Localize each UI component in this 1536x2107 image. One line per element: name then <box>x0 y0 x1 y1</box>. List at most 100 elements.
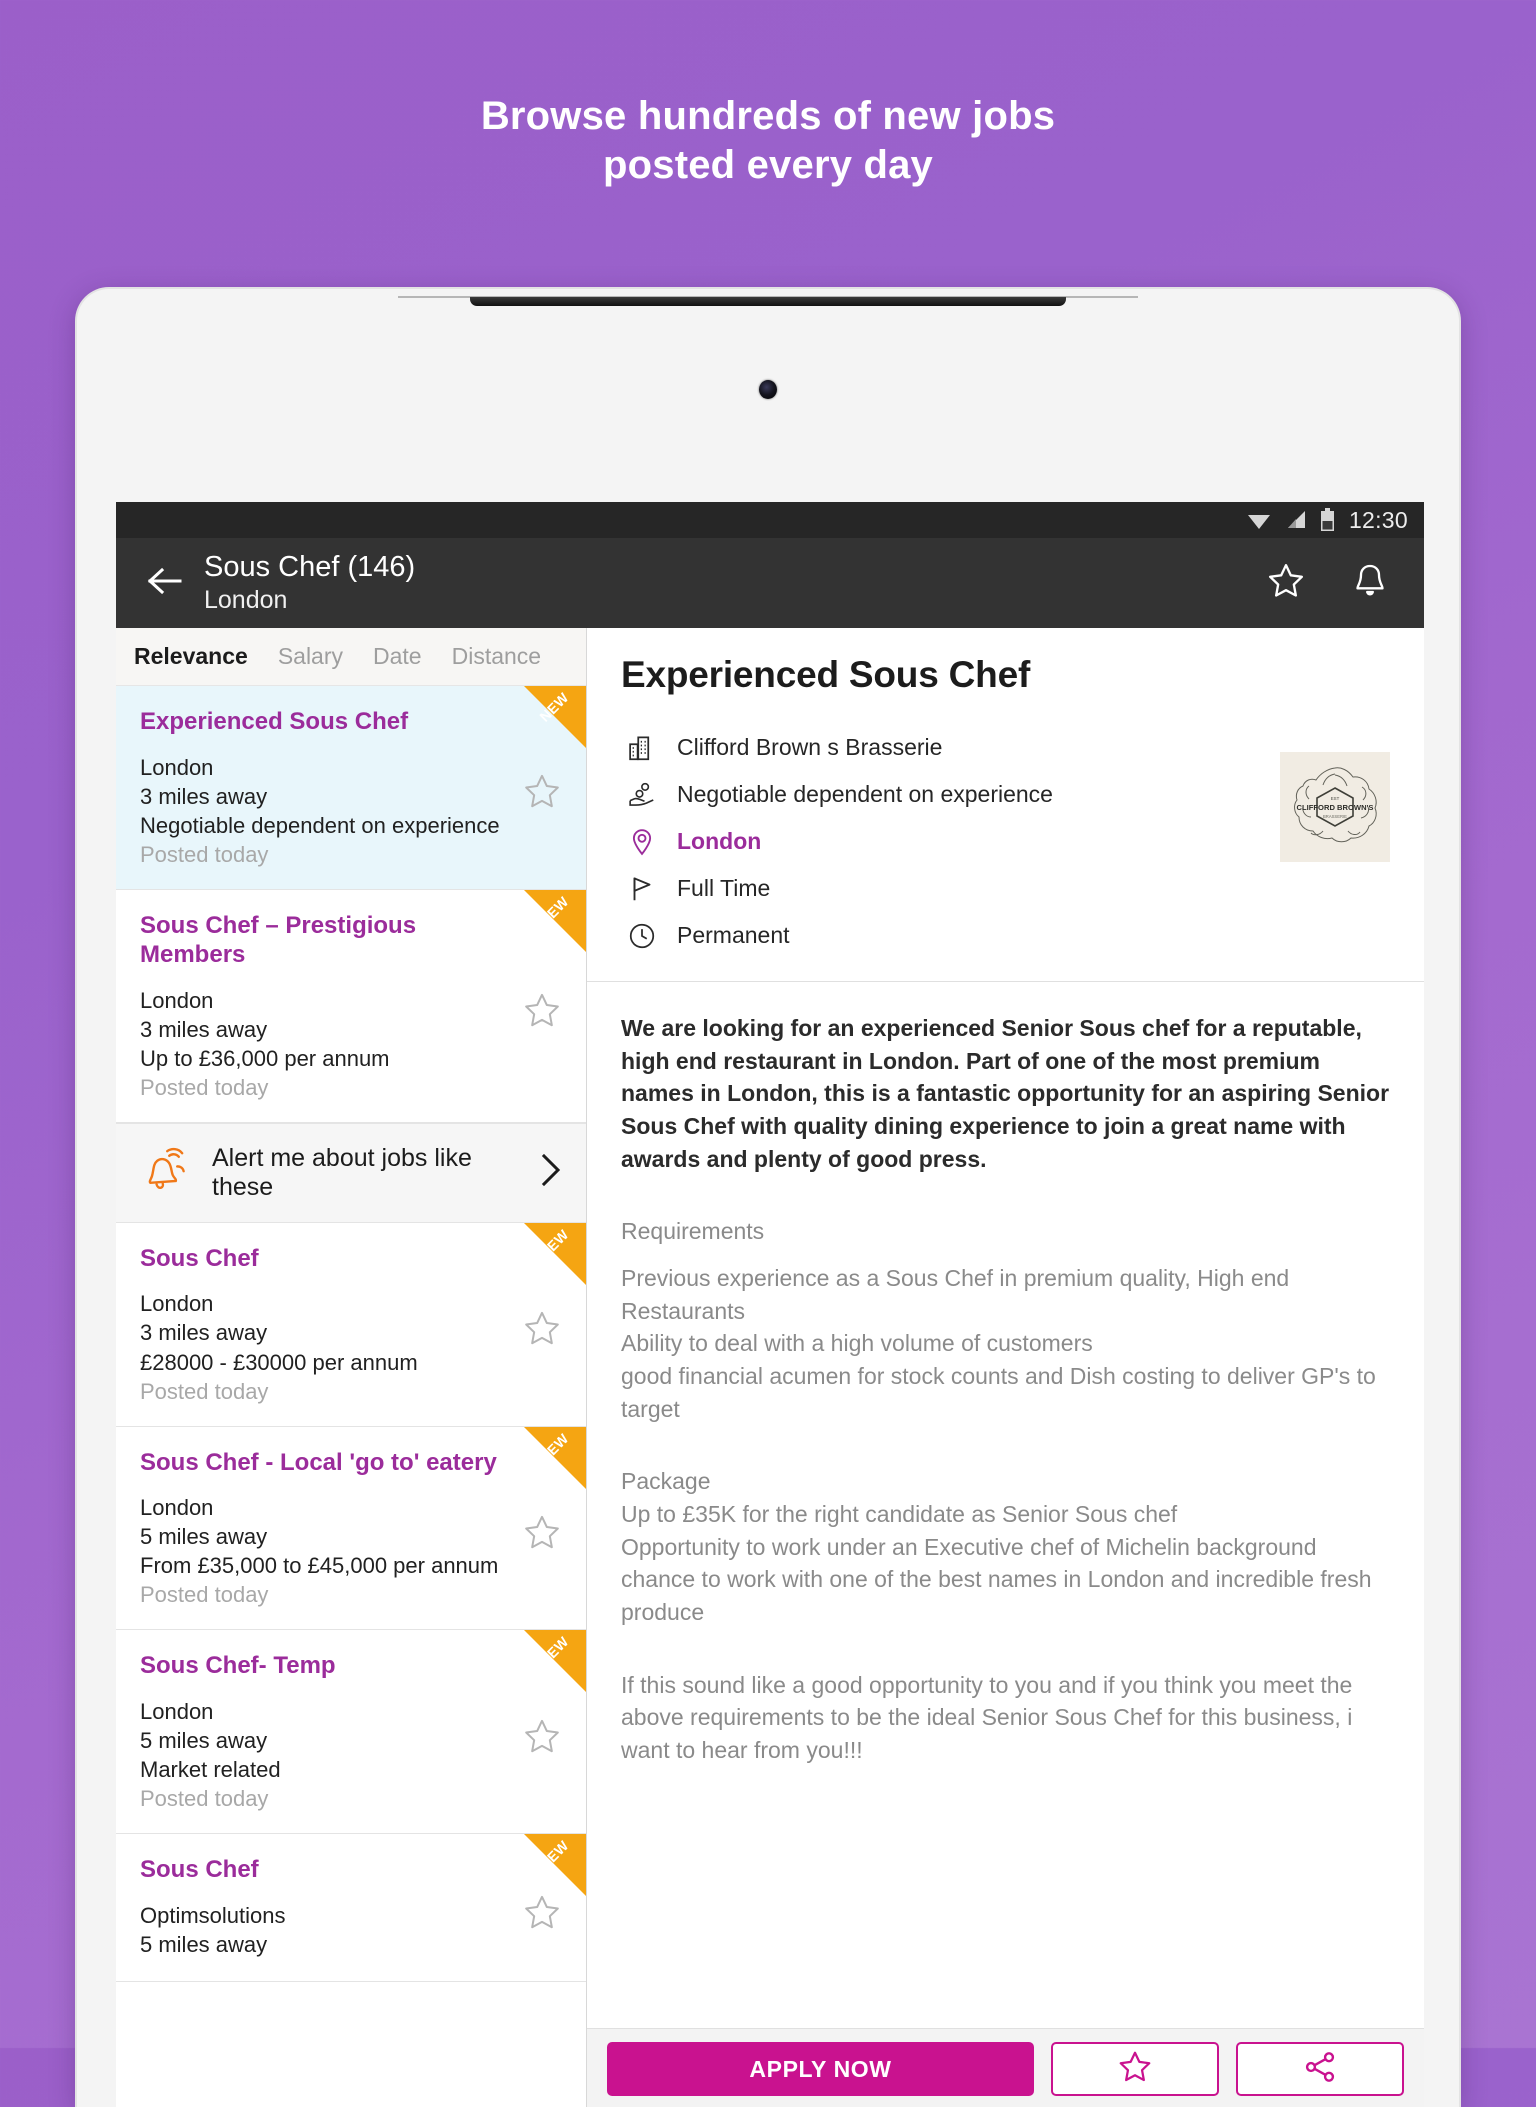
job-alert-row[interactable]: Alert me about jobs like these <box>116 1122 586 1223</box>
fact-location: London <box>621 818 1280 865</box>
status-bar: 12:30 <box>116 502 1424 538</box>
back-button[interactable] <box>138 566 192 601</box>
job-detail-facts: Clifford Brown s Brasserie Negotiable de… <box>621 724 1280 959</box>
job-location: Optimsolutions <box>140 1903 286 1929</box>
saved-jobs-button[interactable] <box>1266 561 1306 606</box>
front-camera-icon <box>759 380 777 399</box>
fact-company-text: Clifford Brown s Brasserie <box>677 734 943 760</box>
job-title: Sous Chef <box>140 1856 259 1884</box>
star-outline-icon <box>522 775 562 816</box>
sort-tabs: Relevance Salary Date Distance <box>116 628 586 686</box>
fact-salary: Negotiable dependent on experience <box>621 771 1280 818</box>
job-detail-header: Experienced Sous Chef <box>587 628 1424 696</box>
wifi-icon <box>1246 510 1272 530</box>
job-title: Sous Chef – Prestigious Members <box>140 911 417 968</box>
clock-icon <box>621 921 663 951</box>
fact-salary-text: Negotiable dependent on experience <box>677 781 1053 807</box>
save-job-button[interactable] <box>1051 2042 1219 2096</box>
promo-line-2: posted every day <box>602 143 934 188</box>
job-list-item[interactable]: NEW Sous Chef - Local 'go to' eatery Lon… <box>116 1426 586 1631</box>
chevron-right-icon <box>538 1152 564 1193</box>
job-alerts-button[interactable] <box>1350 561 1390 606</box>
battery-icon <box>1320 508 1335 532</box>
save-job-button[interactable] <box>522 772 562 817</box>
job-title: Sous Chef <box>140 1244 259 1272</box>
job-location: London <box>140 754 214 780</box>
device-screen: 12:30 Sous Chef (146) London Relevance S… <box>116 502 1424 2107</box>
content-area: Relevance Salary Date Distance NEW Exper… <box>116 628 1424 2107</box>
job-distance: 5 miles away <box>140 1932 268 1958</box>
fact-hours-text: Full Time <box>677 875 771 901</box>
new-badge-ribbon <box>524 1834 586 1897</box>
job-posted: Posted today <box>140 1378 269 1404</box>
share-icon <box>1302 2049 1338 2090</box>
app-bar-actions <box>1266 561 1398 606</box>
svg-text:CLIFFORD BROWN'S: CLIFFORD BROWN'S <box>1297 803 1374 812</box>
promo-headline: Browse hundreds of new jobs posted every… <box>0 92 1536 190</box>
cellular-signal-icon <box>1285 510 1307 530</box>
job-title: Experienced Sous Chef <box>140 708 409 735</box>
job-list-item[interactable]: NEW Sous Chef – Prestigious Members Lond… <box>116 889 586 1123</box>
back-arrow-icon <box>147 566 183 601</box>
job-location: London <box>140 1699 214 1725</box>
star-outline-icon <box>1266 563 1306 605</box>
fact-contract-hours: Full Time <box>621 865 1280 912</box>
requirements-heading: Requirements <box>621 1218 765 1245</box>
package-heading: Package <box>621 1468 711 1495</box>
job-action-bar: APPLY NOW <box>587 2028 1424 2107</box>
job-posted: Posted today <box>140 841 269 867</box>
job-description: We are looking for an experienced Senior… <box>587 982 1424 2028</box>
job-list[interactable]: NEW Experienced Sous Chef London 3 miles… <box>116 686 586 2107</box>
job-title: Sous Chef - Local 'go to' eatery <box>140 1448 497 1476</box>
new-badge-ribbon <box>524 686 586 748</box>
building-icon <box>621 733 663 763</box>
apply-now-button[interactable]: APPLY NOW <box>607 2042 1034 2096</box>
job-list-item[interactable]: NEW Sous Chef- Temp London 5 miles away … <box>116 1630 586 1835</box>
job-detail-title: Experienced Sous Chef <box>621 654 1031 695</box>
star-outline-icon <box>1117 2049 1153 2090</box>
page-title: Sous Chef (146) <box>204 550 416 583</box>
star-outline-icon <box>522 1311 562 1353</box>
save-job-button[interactable] <box>522 990 562 1035</box>
svg-text:EST: EST <box>1331 796 1340 801</box>
job-salary: Market related <box>140 1757 281 1783</box>
job-list-item[interactable]: NEW Sous Chef Optimsolutions 5 miles awa… <box>116 1834 586 1983</box>
star-outline-icon <box>522 1515 562 1557</box>
app-bar-titles: Sous Chef (146) London <box>204 551 1266 615</box>
save-job-button[interactable] <box>522 1893 562 1938</box>
sort-tab-relevance[interactable]: Relevance <box>134 643 248 670</box>
new-badge-ribbon <box>524 1426 586 1489</box>
star-outline-icon <box>522 993 562 1034</box>
share-job-button[interactable] <box>1236 2042 1404 2096</box>
svg-text:BRASSERIE: BRASSERIE <box>1323 814 1347 819</box>
new-badge-ribbon <box>524 1630 586 1693</box>
job-list-pane: Relevance Salary Date Distance NEW Exper… <box>116 628 587 2107</box>
job-list-item[interactable]: NEW Experienced Sous Chef London 3 miles… <box>116 686 586 890</box>
new-badge-ribbon <box>524 889 586 952</box>
fact-type-text: Permanent <box>677 922 790 948</box>
save-job-button[interactable] <box>522 1717 562 1762</box>
tablet-device-frame: 12:30 Sous Chef (146) London Relevance S… <box>75 287 1461 2107</box>
flag-icon <box>621 874 663 904</box>
job-salary: From £35,000 to £45,000 per annum <box>140 1553 499 1579</box>
job-posted: Posted today <box>140 1074 269 1100</box>
star-outline-icon <box>522 1719 562 1761</box>
sort-tab-date[interactable]: Date <box>373 643 422 670</box>
status-bar-clock: 12:30 <box>1348 506 1408 533</box>
job-description-lead: We are looking for an experienced Senior… <box>621 1015 1390 1172</box>
save-job-button[interactable] <box>522 1513 562 1558</box>
job-distance: 5 miles away <box>140 1524 268 1550</box>
job-distance: 5 miles away <box>140 1728 268 1754</box>
sort-tab-salary[interactable]: Salary <box>278 643 343 670</box>
job-list-item[interactable]: NEW Sous Chef London 3 miles away £28000… <box>116 1222 586 1427</box>
app-bar: Sous Chef (146) London <box>116 538 1424 628</box>
location-pin-icon <box>621 827 663 857</box>
alert-bell-icon <box>138 1144 190 1201</box>
job-detail-facts-wrap: Clifford Brown s Brasserie Negotiable de… <box>587 696 1424 982</box>
sort-tab-distance[interactable]: Distance <box>452 643 541 670</box>
star-outline-icon <box>522 1895 562 1937</box>
job-alert-label: Alert me about jobs like these <box>212 1143 472 1201</box>
tablet-speaker-grille <box>470 297 1066 306</box>
save-job-button[interactable] <box>522 1309 562 1354</box>
job-location: London <box>140 987 214 1013</box>
